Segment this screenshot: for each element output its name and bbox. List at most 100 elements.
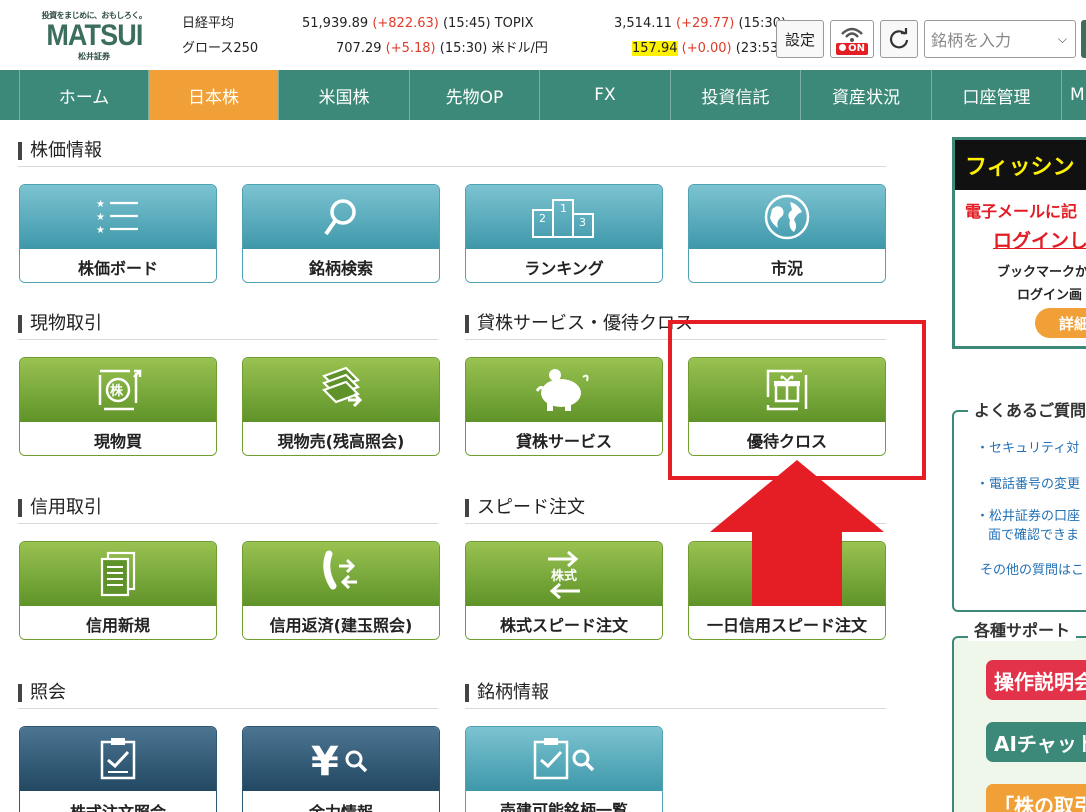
tile-short-sellable-list[interactable]: 売建可能銘柄一覧 bbox=[465, 726, 663, 812]
svg-text:★: ★ bbox=[96, 212, 105, 223]
section-title-issue-info: 銘柄情報 bbox=[465, 682, 549, 704]
matsui-logo[interactable]: 投資をまじめに、おもしろく。 MATSUI 松井証券 bbox=[36, 10, 152, 64]
svg-text:★: ★ bbox=[96, 199, 105, 210]
document-icon bbox=[100, 551, 136, 597]
phishing-line-1: 電子メールに記 bbox=[965, 202, 1078, 221]
nav-funds[interactable]: 投資信託 bbox=[671, 70, 801, 120]
faq-link[interactable]: ・電話番号の変更 bbox=[976, 476, 1080, 494]
wifi-signal-icon bbox=[841, 27, 863, 42]
tile-icon-area bbox=[243, 185, 439, 249]
svg-text:2: 2 bbox=[539, 212, 546, 225]
section-title-margin-trading: 信用取引 bbox=[18, 497, 102, 519]
stock-search-input[interactable]: 銘柄を入力 ⌵ bbox=[924, 20, 1076, 58]
nav-spacer bbox=[0, 70, 20, 120]
tile-buying-power[interactable]: ¥ 余力情報 bbox=[242, 726, 440, 812]
tile-icon-area: ¥ bbox=[243, 727, 439, 791]
auto-update-toggle[interactable]: ON bbox=[830, 20, 874, 58]
nav-more[interactable]: M bbox=[1062, 70, 1086, 120]
nav-account[interactable]: 口座管理 bbox=[932, 70, 1062, 120]
tile-market-conditions[interactable]: 市況 bbox=[688, 184, 886, 283]
support-trading-guide-button[interactable]: 「株の取引 bbox=[986, 784, 1086, 812]
tile-cash-buy[interactable]: 株 現物買 bbox=[19, 357, 217, 456]
growth-quote: 707.29 (+5.18) (15:30) 米ドル/円 bbox=[336, 41, 548, 57]
nav-us-stocks[interactable]: 米国株 bbox=[279, 70, 410, 120]
tile-icon-area bbox=[466, 358, 662, 422]
tile-ranking[interactable]: 1 2 3 ランキング bbox=[465, 184, 663, 283]
return-phone-icon bbox=[323, 550, 357, 590]
settings-button[interactable]: 設定 bbox=[776, 20, 824, 58]
tile-label: 一日信用スピード注文 bbox=[689, 606, 885, 639]
growth-label: グロース250 bbox=[182, 41, 259, 56]
highlight-box bbox=[668, 320, 926, 480]
tile-label: 市況 bbox=[689, 249, 885, 282]
tile-cash-sell[interactable]: 現物売(残高照会) bbox=[242, 357, 440, 456]
tile-order-inquiry[interactable]: 株式注文照会 bbox=[19, 726, 217, 812]
tile-stock-speed-order[interactable]: 株式 株式スピード注文 bbox=[465, 541, 663, 640]
svg-text:¥: ¥ bbox=[311, 739, 339, 781]
tile-stock-search[interactable]: 銘柄検索 bbox=[242, 184, 440, 283]
divider bbox=[18, 708, 438, 709]
divider bbox=[465, 708, 886, 709]
tile-icon-area: ★ ★ ★ bbox=[20, 185, 216, 249]
stock-sell-icon bbox=[322, 366, 363, 408]
phishing-line-2: ログインし bbox=[993, 230, 1086, 252]
divider bbox=[18, 339, 438, 340]
faq-more-link[interactable]: その他の質問はこ bbox=[980, 562, 1084, 580]
tile-icon-area: 1 2 3 bbox=[466, 185, 662, 249]
tile-margin-new[interactable]: 信用新規 bbox=[19, 541, 217, 640]
phishing-banner[interactable]: フィッシン 電子メールに記 ログインし ブックマークか ログイン画 詳細 bbox=[952, 137, 1086, 349]
tile-label: 株式注文照会 bbox=[20, 793, 216, 812]
tile-icon-area bbox=[466, 727, 662, 791]
page: 投資をまじめに、おもしろく。 MATSUI 松井証券 日経平均 51,939.8… bbox=[0, 0, 1086, 812]
tile-label: 売建可能銘柄一覧 bbox=[466, 791, 662, 812]
tile-label: ランキング bbox=[466, 249, 662, 282]
growth-value: 707.29 bbox=[336, 41, 382, 56]
tile-icon-area bbox=[689, 185, 885, 249]
usdjpy-label: 米ドル/円 bbox=[491, 41, 548, 56]
support-title: 各種サポート bbox=[968, 617, 1077, 641]
tile-margin-repay[interactable]: 信用返済(建玉照会) bbox=[242, 541, 440, 640]
topix-quote: 3,514.11 (+29.77) (15:30) bbox=[614, 16, 786, 32]
support-ai-chat-button[interactable]: AIチャット bbox=[986, 722, 1086, 762]
tile-label: 株価ボード bbox=[20, 249, 216, 282]
phishing-title: フィッシン bbox=[955, 140, 1086, 190]
nikkei-change: (+822.63) bbox=[372, 16, 439, 31]
nav-assets[interactable]: 資産状況 bbox=[801, 70, 932, 120]
tile-label: 現物買 bbox=[20, 422, 216, 455]
tile-icon-area bbox=[243, 358, 439, 422]
highlight-arrow-icon bbox=[710, 460, 884, 606]
logo-sub: 松井証券 bbox=[78, 52, 110, 61]
nav-japan-stocks[interactable]: 日本株 bbox=[149, 70, 279, 120]
faq-link-cont[interactable]: 面で確認できま bbox=[988, 527, 1079, 545]
speed-order-badge: 株式 bbox=[550, 569, 577, 584]
nav-home[interactable]: ホーム bbox=[20, 70, 149, 120]
tile-stock-lending[interactable]: 貸株サービス bbox=[465, 357, 663, 456]
support-seminar-button[interactable]: 操作説明会 bbox=[986, 660, 1086, 700]
nav-futures-options[interactable]: 先物OP bbox=[410, 70, 540, 120]
nav-fx[interactable]: FX bbox=[540, 70, 671, 120]
tile-label: 貸株サービス bbox=[466, 422, 662, 455]
search-go-button[interactable] bbox=[1081, 20, 1086, 58]
topix-value: 3,514.11 bbox=[614, 16, 672, 31]
faq-link[interactable]: ・松井証券の口座 bbox=[976, 508, 1080, 526]
tile-label: 余力情報 bbox=[243, 793, 439, 812]
tile-icon-area: 株 bbox=[20, 358, 216, 422]
tile-label: 株式スピード注文 bbox=[466, 606, 662, 639]
nikkei-time: (15:45) bbox=[442, 16, 491, 31]
section-title-speed-order: スピード注文 bbox=[465, 497, 585, 519]
tile-stock-board[interactable]: ★ ★ ★ 株価ボード bbox=[19, 184, 217, 283]
tile-label: 銘柄検索 bbox=[243, 249, 439, 282]
phishing-details-button[interactable]: 詳細 bbox=[1035, 308, 1086, 338]
phishing-line-4: ログイン画 bbox=[1017, 288, 1083, 303]
faq-link[interactable]: ・セキュリティ対 bbox=[976, 440, 1079, 458]
on-badge: ON bbox=[836, 42, 868, 55]
usdjpy-value: 157.94 bbox=[632, 41, 678, 56]
magnifier-icon bbox=[324, 199, 356, 236]
stock-buy-icon: 株 bbox=[98, 369, 142, 411]
refresh-button[interactable] bbox=[880, 20, 918, 58]
nikkei-label: 日経平均 bbox=[182, 16, 235, 31]
search-placeholder: 銘柄を入力 bbox=[931, 31, 1012, 50]
star-list-icon: ★ ★ ★ bbox=[96, 199, 138, 236]
chevron-down-icon[interactable]: ⌵ bbox=[1058, 32, 1067, 47]
usdjpy-quote: 157.94 (+0.00) (23:53) bbox=[632, 41, 783, 57]
